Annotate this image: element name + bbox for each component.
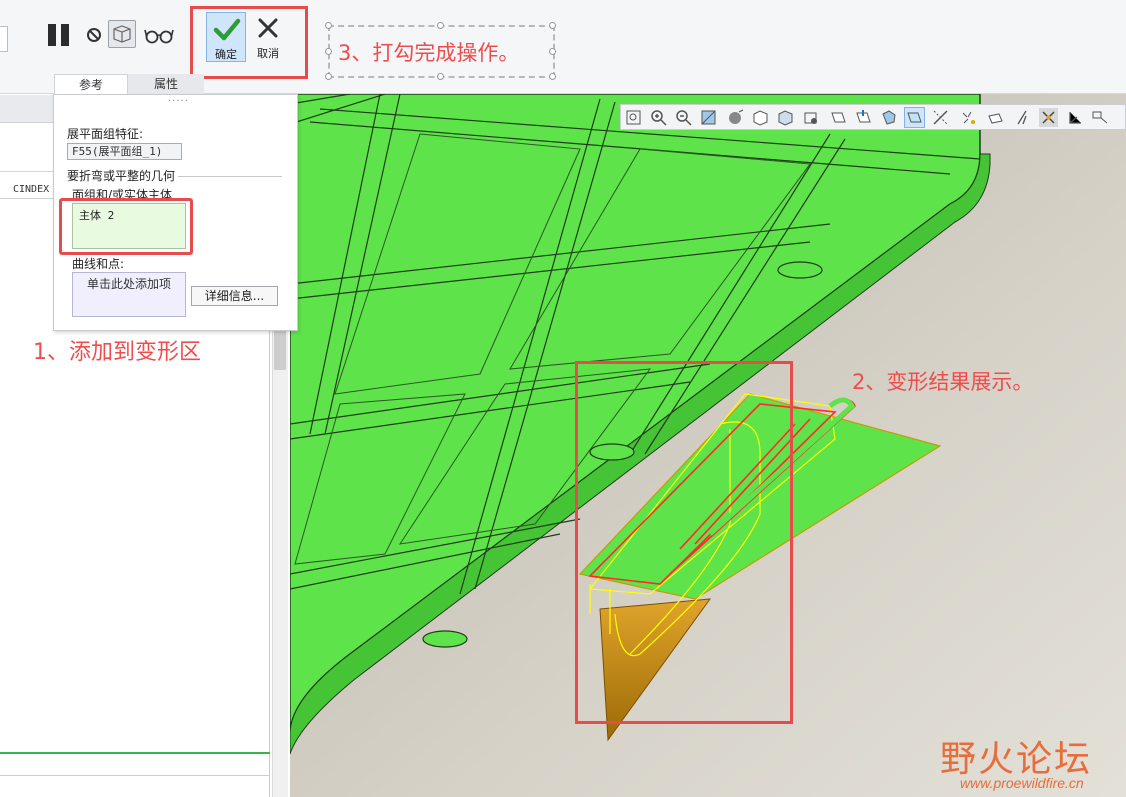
curves-placeholder: 单击此处添加项 — [86, 277, 171, 291]
glasses-icon[interactable] — [144, 26, 174, 44]
zoom-in-icon[interactable] — [649, 108, 668, 127]
tree-scroll-thumb[interactable] — [274, 325, 286, 370]
step3-annotation: 3、打勾完成操作。 — [338, 41, 520, 65]
step1-annotation: 1、添加到变形区 — [33, 340, 201, 365]
panel-grip[interactable]: ····· — [168, 96, 189, 107]
display-style-icon[interactable] — [726, 108, 745, 127]
plane-display-icon[interactable] — [829, 108, 848, 127]
no-preview-icon[interactable] — [87, 28, 101, 42]
repaint-icon[interactable] — [699, 108, 718, 127]
details-button[interactable]: 详细信息... — [191, 286, 278, 306]
annotation-display-icon[interactable] — [854, 108, 873, 127]
verify-preview-button[interactable] — [108, 20, 136, 48]
forum-url: www.proewildfire.cn — [960, 775, 1084, 791]
flatten-feature-label: 展平面组特征: — [67, 127, 144, 141]
more-view-icon[interactable] — [1091, 108, 1110, 127]
model-tree-row — [0, 150, 55, 172]
verify-icon — [113, 25, 131, 43]
deformation-highlight-frame — [575, 361, 793, 724]
datum-axes-icon[interactable] — [931, 108, 950, 127]
perspective-icon[interactable] — [801, 108, 820, 127]
spin-center-icon[interactable] — [879, 108, 898, 127]
spin-center-toggle-icon[interactable] — [1039, 108, 1058, 127]
ribbon-input-edge — [0, 26, 8, 52]
datum-planes-icon[interactable] — [904, 107, 925, 128]
section-divider — [178, 176, 282, 177]
view-toolbar — [620, 104, 1126, 130]
geometry-section-label: 要折弯或平整的几何 — [67, 169, 176, 183]
csys-icon[interactable] — [1065, 108, 1084, 127]
ok-cancel-highlight — [190, 6, 308, 79]
curves-collector[interactable]: 单击此处添加项 — [72, 272, 186, 317]
tree-bottom-divider — [0, 775, 270, 776]
flatten-feature-field[interactable]: F55(展平面组_1) — [67, 143, 182, 160]
edge-display-icon[interactable] — [1013, 108, 1032, 127]
step2-annotation: 2、变形结果展示。 — [852, 370, 1034, 394]
column-header-cindex: CINDEX — [13, 184, 50, 195]
pause-icon[interactable] — [47, 24, 71, 46]
saved-orientations-icon[interactable] — [751, 108, 770, 127]
zoom-out-icon[interactable] — [674, 108, 693, 127]
csys-display-icon[interactable] — [986, 108, 1005, 127]
tree-insert-line — [0, 752, 270, 754]
tab-references[interactable]: 参考 — [54, 74, 128, 94]
view-manager-icon[interactable] — [776, 108, 795, 127]
datum-points-icon[interactable] — [959, 108, 978, 127]
quilt-highlight-frame — [59, 198, 193, 255]
refit-icon[interactable] — [624, 108, 643, 127]
tab-properties[interactable]: 属性 — [128, 74, 204, 94]
column-divider — [0, 198, 55, 199]
curves-label: 曲线和点: — [72, 257, 125, 271]
